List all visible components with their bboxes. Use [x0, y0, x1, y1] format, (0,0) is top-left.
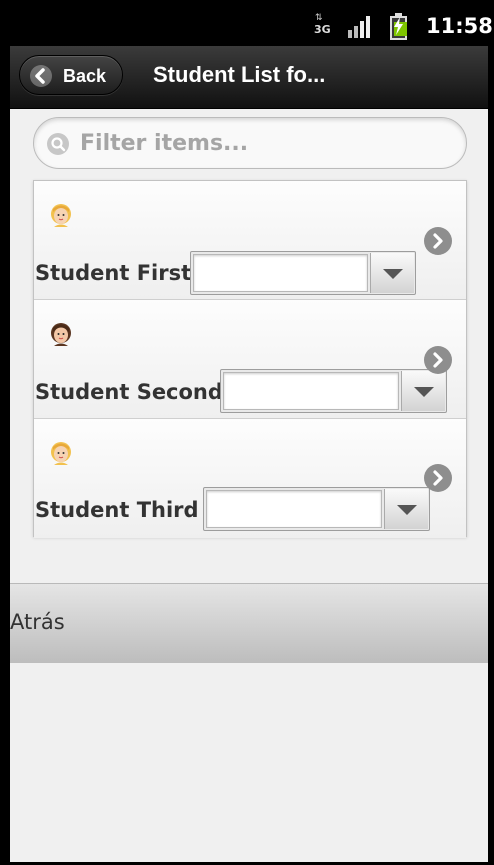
search-icon — [47, 133, 69, 155]
dropdown-button[interactable] — [384, 489, 428, 529]
dropdown-button[interactable] — [370, 253, 414, 293]
filter-search-bar[interactable] — [33, 117, 467, 169]
select-value — [193, 254, 368, 292]
chevron-down-icon — [383, 269, 403, 279]
status-bar: ⇅ 3G 11:58 — [0, 0, 494, 46]
student-name: Student Second — [35, 380, 223, 404]
blonde-student-avatar-icon — [51, 204, 71, 227]
signal-strength-icon — [348, 16, 374, 38]
network-3g-icon: ⇅ 3G — [314, 13, 331, 36]
back-link-atras[interactable]: Atrás — [10, 609, 65, 635]
back-arrow-icon — [30, 65, 52, 87]
student-name: Student Third — [35, 498, 199, 522]
list-item-student-first[interactable]: Student First — [34, 181, 466, 300]
chevron-down-icon — [397, 505, 417, 515]
clock: 11:58 — [426, 14, 493, 38]
battery-charging-icon — [390, 13, 407, 40]
select-value — [223, 372, 399, 410]
student-list: Student First Student Second Student Thi… — [33, 180, 467, 538]
list-item-student-third[interactable]: Student Third — [34, 419, 466, 538]
chevron-right-icon[interactable] — [424, 227, 452, 255]
student-name: Student First — [35, 261, 192, 285]
chevron-right-icon[interactable] — [424, 346, 452, 374]
student-select[interactable] — [220, 369, 447, 413]
student-select[interactable] — [190, 251, 416, 295]
chevron-right-icon[interactable] — [424, 464, 452, 492]
app-screen: Back Student List fo... Student First — [10, 46, 488, 862]
header-bar: Back Student List fo... — [10, 46, 488, 109]
list-item-student-second[interactable]: Student Second — [34, 300, 466, 419]
select-value — [206, 490, 382, 528]
page-title: Student List fo... — [153, 62, 326, 87]
back-button[interactable]: Back — [19, 55, 123, 95]
back-button-label: Back — [63, 66, 107, 86]
chevron-down-icon — [414, 387, 434, 397]
brunette-student-avatar-icon — [51, 323, 71, 346]
student-select[interactable] — [203, 487, 430, 531]
filter-input[interactable] — [80, 126, 450, 160]
blonde-student-avatar-icon — [51, 442, 71, 465]
dropdown-button[interactable] — [401, 371, 445, 411]
footer-bar: Atrás — [10, 583, 488, 663]
